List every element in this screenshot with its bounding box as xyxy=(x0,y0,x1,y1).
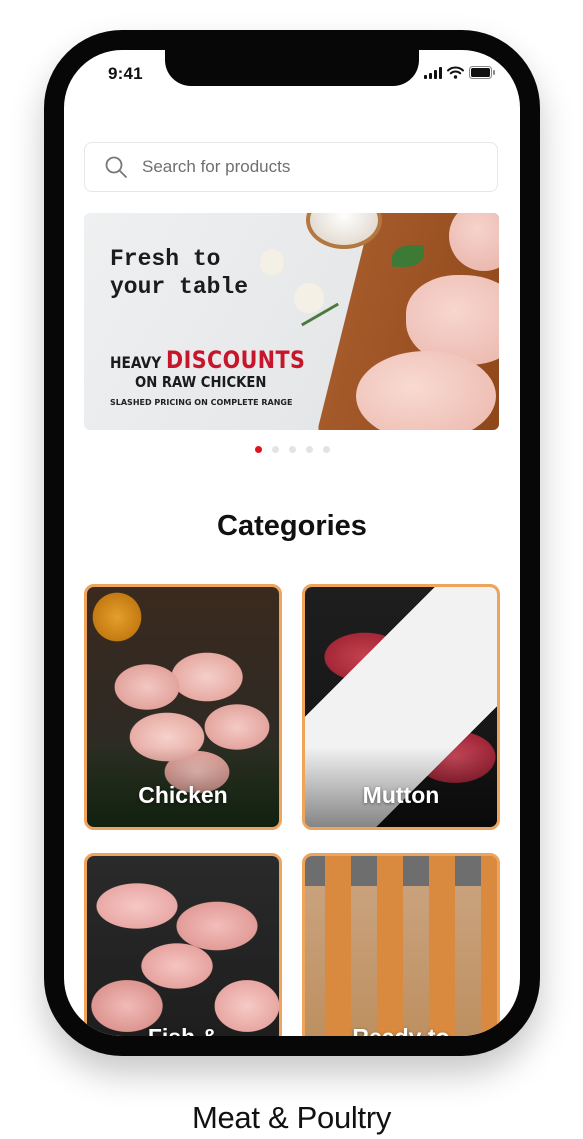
category-card-ready-to-cook[interactable]: Ready to xyxy=(302,853,500,1036)
carousel-dot[interactable] xyxy=(271,446,279,453)
banner-subtitle: ON RAW CHICKEN xyxy=(135,373,267,391)
category-card-chicken[interactable]: Chicken xyxy=(84,584,282,830)
category-label: Ready to xyxy=(305,1024,497,1036)
category-label: Chicken xyxy=(138,782,228,808)
banner-discounts-text: DISCOUNTS xyxy=(166,346,306,374)
garlic-graphic xyxy=(260,249,284,275)
promo-banner[interactable]: Fresh to your table HEAVY DISCOUNTS ON R… xyxy=(84,213,499,430)
phone-frame: 9:41 Search for products Fresh to your t… xyxy=(44,30,540,1056)
categories-heading: Categories xyxy=(217,510,367,542)
status-icons xyxy=(424,66,496,79)
banner-headline: HEAVY DISCOUNTS xyxy=(110,346,305,374)
search-bar[interactable] xyxy=(84,142,498,192)
notch xyxy=(165,50,419,86)
signal-icon xyxy=(424,66,442,79)
wifi-icon xyxy=(447,66,464,79)
banner-title: Fresh to your table xyxy=(110,246,249,300)
search-icon xyxy=(105,156,127,178)
carousel-dot[interactable] xyxy=(288,446,296,453)
category-label: Fish & xyxy=(87,1024,279,1036)
kebab-image xyxy=(305,856,497,1036)
garlic-graphic xyxy=(294,283,324,313)
carousel-indicator xyxy=(64,446,520,453)
fish-image xyxy=(87,856,279,1036)
carousel-dot[interactable] xyxy=(322,446,330,453)
category-card-fish[interactable]: Fish & xyxy=(84,853,282,1036)
carousel-dot[interactable] xyxy=(254,446,262,453)
category-card-mutton[interactable]: Mutton xyxy=(302,584,500,830)
battery-icon xyxy=(469,66,495,79)
category-label: Mutton xyxy=(362,782,440,808)
screen-caption: Meat & Poultry xyxy=(191,1100,392,1135)
carousel-dot[interactable] xyxy=(305,446,313,453)
status-time: 9:41 xyxy=(108,64,143,83)
banner-small-text: SLASHED PRICING ON COMPLETE RANGE xyxy=(110,398,293,407)
app-screen: 9:41 Search for products Fresh to your t… xyxy=(64,50,520,1036)
banner-heavy-text: HEAVY xyxy=(110,353,162,372)
search-input[interactable] xyxy=(140,156,444,178)
